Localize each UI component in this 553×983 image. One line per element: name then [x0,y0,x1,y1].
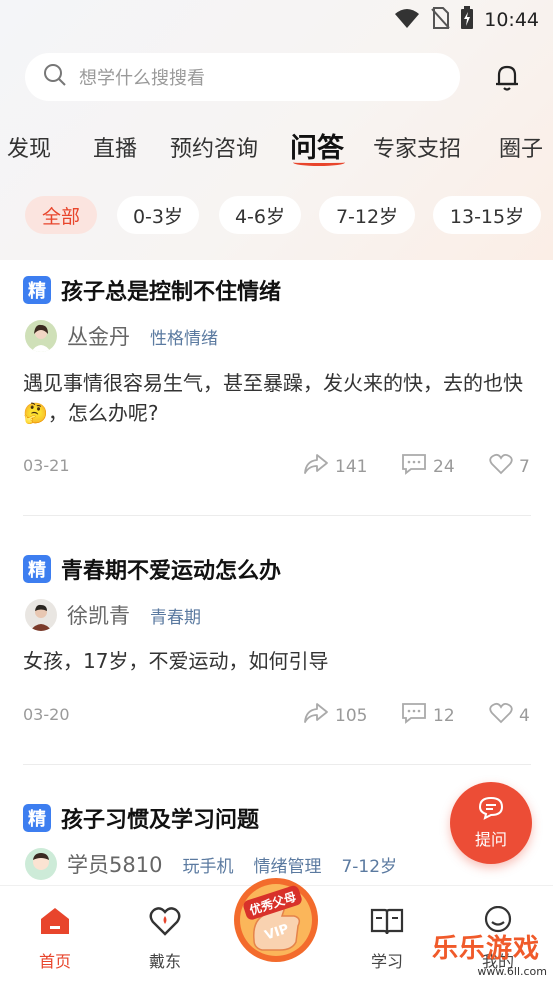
featured-badge: 精 [23,804,51,832]
topic-tag[interactable]: 玩手机 [182,852,233,877]
vip-badge[interactable]: 优秀父母 VIP [232,870,320,970]
nav-study-label: 学习 [370,952,403,971]
heart-icon [489,702,513,729]
heart-drop-icon [148,906,182,940]
question-body: 遇见事情很容易生气，甚至暴躁，发火来的快，去的也快🤔，怎么办呢? [23,371,523,425]
chat-bubble-icon [478,796,504,824]
ask-question-button[interactable]: 提问 [450,782,532,864]
question-title: 孩子习惯及学习问题 [61,808,260,833]
watermark-url: www.6ll.com [477,965,547,978]
wifi-icon [394,7,420,33]
comment-count: 12 [433,705,455,726]
author-name[interactable]: 徐凯青 [67,600,130,630]
comment-count: 24 [433,456,455,477]
site-watermark: 乐乐游戏 www.6ll.com [432,928,553,983]
nav-daidong-label: 戴东 [148,952,181,971]
nav-study[interactable]: 学习 [347,906,427,972]
watermark-text: 乐乐游戏 [432,934,541,964]
question-body: 女孩，17岁，不爱运动，如何引导 [23,649,329,673]
author-name[interactable]: 丛金丹 [67,321,130,351]
avatar[interactable] [25,599,57,631]
ask-label: 提问 [474,830,507,849]
like-count: 7 [519,456,530,477]
tab-discover[interactable]: 发现 [7,131,51,163]
comment-icon [401,453,427,480]
active-tab-indicator [293,159,345,166]
topic-tag[interactable]: 性格情绪 [150,324,218,349]
nav-home[interactable]: 首页 [15,906,95,972]
share-count: 105 [335,705,368,726]
battery-charging-icon [460,6,474,34]
like-button[interactable]: 7 [489,453,530,480]
share-button[interactable]: 141 [303,453,367,480]
avatar[interactable] [25,320,57,352]
featured-badge: 精 [23,555,51,583]
search-placeholder: 想学什么搜搜看 [79,68,205,89]
tab-live[interactable]: 直播 [93,131,137,163]
comment-icon [401,702,427,729]
filter-chip-0-3[interactable]: 0-3岁 [117,196,199,234]
author-name[interactable]: 学员5810 [67,849,162,879]
tab-booking[interactable]: 预约咨询 [170,131,258,163]
heart-icon [489,453,513,480]
filter-chip-4-6[interactable]: 4-6岁 [219,196,301,234]
comment-button[interactable]: 12 [401,702,455,729]
filter-chip-13-15[interactable]: 13-15岁 [433,196,541,234]
share-count: 141 [335,456,368,477]
tab-experts[interactable]: 专家支招 [373,131,461,163]
share-icon [303,453,329,480]
topic-tag[interactable]: 7-12岁 [341,852,397,877]
question-title: 青春期不爱运动怎么办 [61,559,282,584]
divider [23,515,531,516]
status-time: 10:44 [484,9,539,31]
featured-badge: 精 [23,276,51,304]
like-count: 4 [519,705,530,726]
bell-icon[interactable] [490,60,524,94]
avatar[interactable] [25,848,57,880]
share-button[interactable]: 105 [303,702,367,729]
nav-daidong[interactable]: 戴东 [125,906,205,972]
no-sim-icon [430,6,450,34]
search-icon [43,63,67,91]
comment-button[interactable]: 24 [401,453,455,480]
divider [23,764,531,765]
filter-chip-7-12[interactable]: 7-12岁 [319,196,415,234]
filter-chip-all[interactable]: 全部 [25,196,97,234]
nav-home-label: 首页 [38,952,71,971]
book-icon [370,906,404,940]
like-button[interactable]: 4 [489,702,530,729]
question-title: 孩子总是控制不住情绪 [61,280,282,305]
search-bar[interactable]: 想学什么搜搜看 [25,53,460,101]
tab-circles[interactable]: 圈子 [499,131,543,163]
post-date: 03-20 [23,705,70,724]
status-bar: 10:44 [0,0,553,40]
post-date: 03-21 [23,456,70,475]
topic-tag[interactable]: 青春期 [150,603,201,628]
share-icon [303,702,329,729]
category-tabs: 发现 直播 预约咨询 问答 专家支招 圈子 [0,123,553,173]
home-icon [38,906,72,940]
